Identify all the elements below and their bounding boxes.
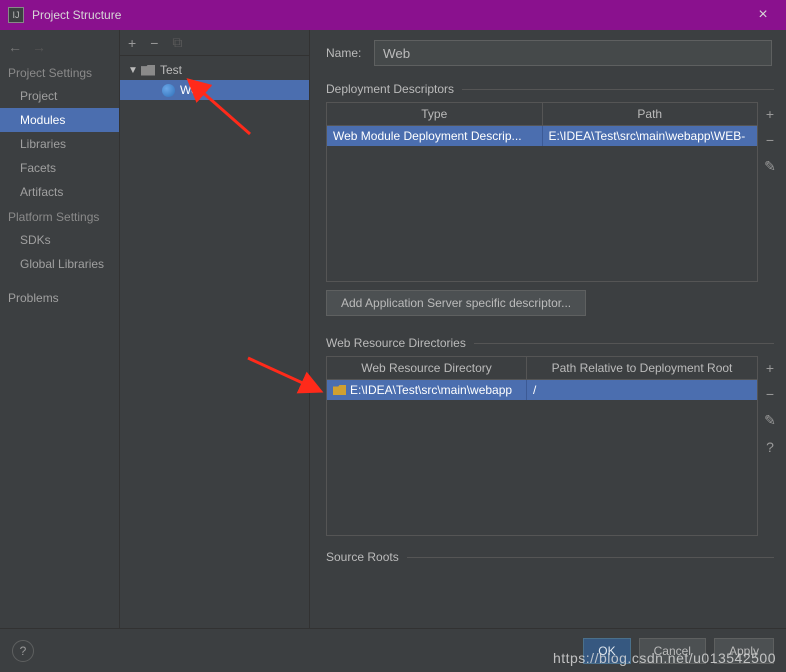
cell-type: Web Module Deployment Descrip... bbox=[327, 126, 543, 146]
tree-node-label: Test bbox=[160, 63, 182, 77]
module-icon bbox=[140, 63, 156, 77]
tree-node-label: Web bbox=[180, 83, 204, 97]
web-facet-icon bbox=[160, 83, 176, 97]
sidebar-item-project[interactable]: Project bbox=[0, 84, 119, 108]
col-web-resource-dir: Web Resource Directory bbox=[327, 357, 527, 379]
edit-descriptor-icon[interactable]: ✎ bbox=[764, 158, 776, 175]
nav-forward-icon[interactable]: → bbox=[32, 39, 46, 55]
cancel-button[interactable]: Cancel bbox=[639, 638, 706, 664]
remove-icon[interactable]: − bbox=[150, 35, 158, 51]
deployment-descriptors-table[interactable]: Type Path Web Module Deployment Descrip.… bbox=[326, 102, 758, 282]
edit-webres-icon[interactable]: ✎ bbox=[764, 412, 776, 429]
window-title: Project Structure bbox=[32, 8, 748, 22]
module-tree-panel: + − ⧉ ▼ Test Web bbox=[120, 30, 310, 640]
section-platform-settings: Platform Settings bbox=[0, 204, 119, 228]
cell-path: E:\IDEA\Test\src\main\webapp\WEB- bbox=[543, 126, 758, 146]
table-row[interactable]: Web Module Deployment Descrip... E:\IDEA… bbox=[327, 126, 757, 146]
add-app-server-descriptor-button[interactable]: Add Application Server specific descript… bbox=[326, 290, 586, 316]
remove-descriptor-icon[interactable]: − bbox=[766, 132, 774, 148]
help-button[interactable]: ? bbox=[12, 640, 34, 662]
apply-button[interactable]: Apply bbox=[714, 638, 774, 664]
name-label: Name: bbox=[326, 46, 374, 60]
remove-webres-icon[interactable]: − bbox=[766, 386, 774, 402]
dialog-footer: ? OK Cancel Apply bbox=[0, 628, 786, 672]
table-row[interactable]: E:\IDEA\Test\src\main\webapp / bbox=[327, 380, 757, 400]
add-webres-icon[interactable]: + bbox=[766, 360, 774, 376]
copy-icon[interactable]: ⧉ bbox=[172, 34, 182, 51]
sidebar-item-global-libraries[interactable]: Global Libraries bbox=[0, 252, 119, 276]
col-type: Type bbox=[327, 103, 543, 125]
sidebar-item-problems[interactable]: Problems bbox=[0, 286, 119, 310]
add-descriptor-icon[interactable]: + bbox=[766, 106, 774, 122]
facet-detail-panel: Name: Deployment Descriptors Type Path W… bbox=[310, 30, 786, 640]
col-path-relative: Path Relative to Deployment Root bbox=[527, 357, 757, 379]
sidebar-item-facets[interactable]: Facets bbox=[0, 156, 119, 180]
sidebar-item-libraries[interactable]: Libraries bbox=[0, 132, 119, 156]
web-resource-directories-table[interactable]: Web Resource Directory Path Relative to … bbox=[326, 356, 758, 536]
cell-rel: / bbox=[527, 380, 757, 400]
title-bar: IJ Project Structure × bbox=[0, 0, 786, 30]
col-path: Path bbox=[543, 103, 758, 125]
cell-dir: E:\IDEA\Test\src\main\webapp bbox=[327, 380, 527, 400]
nav-back-icon[interactable]: ← bbox=[8, 39, 22, 55]
tree-node-test[interactable]: ▼ Test bbox=[120, 60, 309, 80]
close-icon[interactable]: × bbox=[748, 6, 778, 24]
deployment-descriptors-label: Deployment Descriptors bbox=[326, 82, 782, 96]
sidebar-item-artifacts[interactable]: Artifacts bbox=[0, 180, 119, 204]
name-input[interactable] bbox=[374, 40, 772, 66]
source-roots-label: Source Roots bbox=[326, 550, 782, 564]
sidebar-item-sdks[interactable]: SDKs bbox=[0, 228, 119, 252]
app-icon: IJ bbox=[8, 7, 24, 23]
web-resource-directories-label: Web Resource Directories bbox=[326, 336, 782, 350]
section-project-settings: Project Settings bbox=[0, 60, 119, 84]
sidebar-item-modules[interactable]: Modules bbox=[0, 108, 119, 132]
help-webres-icon[interactable]: ? bbox=[766, 439, 774, 455]
folder-icon bbox=[333, 385, 346, 395]
settings-sidebar: ← → Project Settings Project Modules Lib… bbox=[0, 30, 120, 640]
tree-node-web[interactable]: Web bbox=[120, 80, 309, 100]
add-icon[interactable]: + bbox=[128, 35, 136, 51]
ok-button[interactable]: OK bbox=[583, 638, 630, 664]
expand-icon[interactable]: ▼ bbox=[128, 65, 140, 76]
